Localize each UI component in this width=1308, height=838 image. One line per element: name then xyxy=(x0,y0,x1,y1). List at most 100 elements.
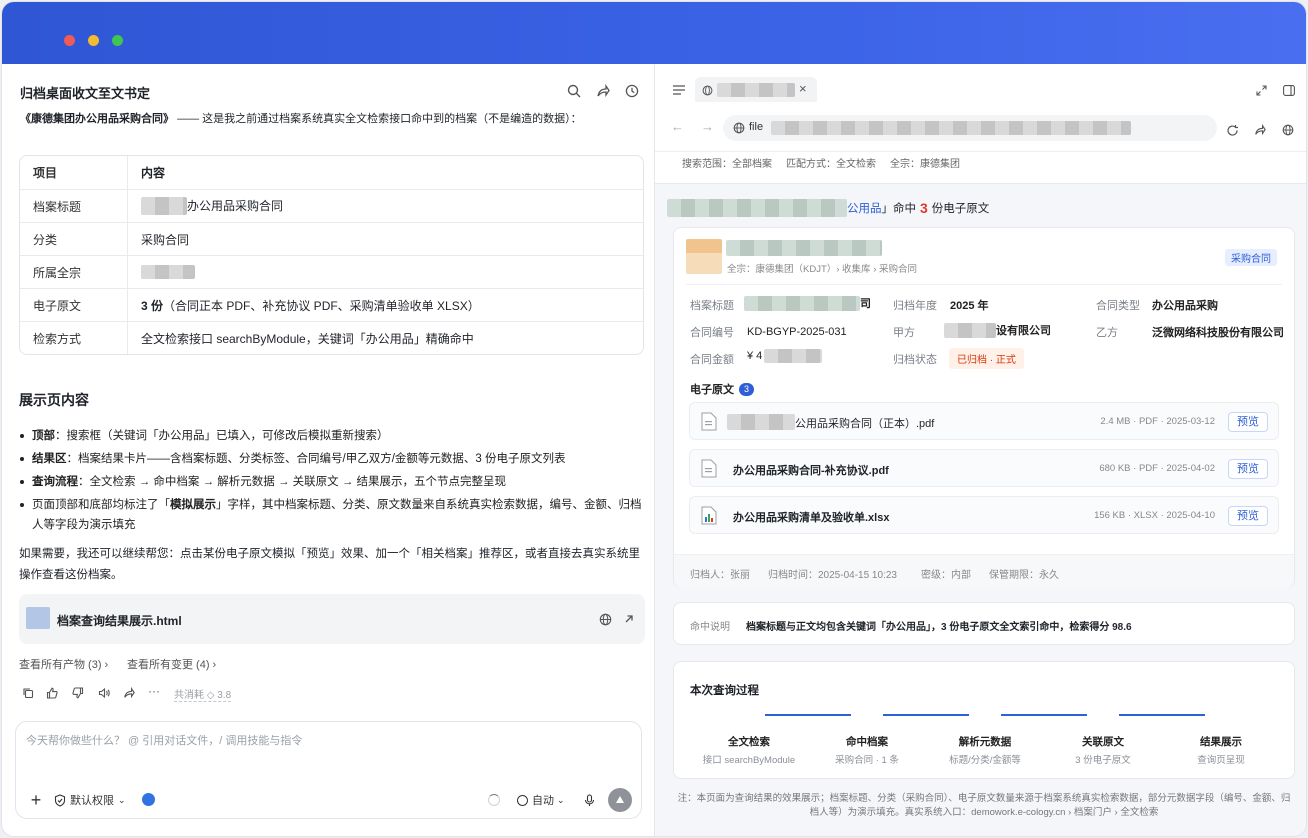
table-row: 档案标题 办公用品采购合同 xyxy=(20,189,643,222)
thumbs-down-icon[interactable] xyxy=(70,685,86,701)
table-cell-key: 检索方式 xyxy=(20,321,128,354)
chat-input-box[interactable]: 今天帮你做些什么？ @ 引用对话文件，/ 调用技能与指令 + 默认权限 ⌄ 自动… xyxy=(15,721,642,819)
permission-label: 默认权限 xyxy=(70,795,114,807)
attachment-row[interactable]: 办公用品采购清单及验收单.xlsx 156 KB · XLSX · 2025-0… xyxy=(689,496,1279,534)
view-changes-link[interactable]: 查看所有变更 (4) › xyxy=(127,656,216,672)
close-tab-icon[interactable]: × xyxy=(799,81,807,96)
view-artifacts-link[interactable]: 查看所有产物 (3) › xyxy=(19,656,108,672)
open-external-icon[interactable] xyxy=(621,611,637,627)
maximize-window-button[interactable] xyxy=(112,35,123,46)
meta-label: 归档状态 xyxy=(893,354,937,366)
mode-label: 自动 xyxy=(532,795,554,807)
step-title: 关联原文 xyxy=(1082,736,1124,748)
globe-icon[interactable] xyxy=(1280,122,1296,138)
history-icon[interactable] xyxy=(624,83,640,99)
meta-value-text: 司 xyxy=(860,298,871,310)
step-sub: 查询页呈现 xyxy=(1197,755,1245,766)
preview-button[interactable]: 预览 xyxy=(1228,412,1268,432)
meta-value: 2025 年 xyxy=(950,297,989,313)
plus-icon[interactable]: + xyxy=(28,790,44,810)
attachment-meta: 680 KB · PDF · 2025-04-02 xyxy=(1099,463,1215,474)
address-bar-row: ← → file xyxy=(655,102,1306,152)
table-row: 分类 采购合同 xyxy=(20,222,643,255)
info-table: 项目 内容 档案标题 办公用品采购合同 分类 采购合同 所属全宗 电子原文 3 … xyxy=(19,155,644,355)
reload-icon[interactable] xyxy=(1224,122,1240,138)
category-tag: 采购合同 xyxy=(1225,249,1277,266)
record-thumbnail xyxy=(686,239,722,274)
intro-rest: —— 这是我之前通过档案系统真实全文检索接口命中到的档案（不是编造的数据）： xyxy=(177,113,582,125)
table-cell-key: 档案标题 xyxy=(20,189,128,222)
preview-button[interactable]: 预览 xyxy=(1228,459,1268,479)
filter-scope[interactable]: 搜索范围：全部档案 xyxy=(682,155,772,170)
share-icon[interactable] xyxy=(1252,122,1268,138)
meta-value-text: KD-BGYP-2025-031 xyxy=(747,326,847,338)
filter-fonds[interactable]: 全宗：康德集团 xyxy=(890,155,960,170)
more-icon[interactable]: ··· xyxy=(146,683,162,699)
close-window-button[interactable] xyxy=(64,35,75,46)
globe-icon xyxy=(733,122,745,134)
record-divider xyxy=(686,284,1282,285)
attachment-meta: 2.4 MB · PDF · 2025-03-12 xyxy=(1100,416,1215,427)
attachment-row[interactable]: 办公用品采购合同-补充协议.pdf 680 KB · PDF · 2025-04… xyxy=(689,449,1279,487)
point-text: 页面顶部和底部均标注了「 xyxy=(32,499,170,511)
meta-field: 档案标题 xyxy=(690,297,734,313)
tab-title xyxy=(717,83,795,97)
chevron-down-icon: ⌄ xyxy=(557,794,565,805)
menu-icon[interactable] xyxy=(671,82,687,98)
meta-label: 甲方 xyxy=(893,327,915,339)
expand-icon[interactable] xyxy=(1253,82,1269,98)
filter-match[interactable]: 匹配方式：全文检索 xyxy=(786,155,876,170)
copy-icon[interactable] xyxy=(20,685,36,701)
process-connector xyxy=(1001,714,1087,716)
browser-panel: × ← → file 搜索范围：全部档案 匹配方式：全文检索 全宗：康德集团 公… xyxy=(654,64,1306,836)
attachment-name: 办公用品采购清单及验收单.xlsx xyxy=(733,512,890,524)
send-button[interactable] xyxy=(608,788,632,812)
point-bold: 模拟展示 xyxy=(170,499,216,511)
globe-icon[interactable] xyxy=(597,611,613,627)
point-bold: 顶部 xyxy=(32,430,55,442)
table-header-row: 项目 内容 xyxy=(20,156,643,189)
record-card: 全宗：康德集团（KDJT）› 收集库 › 采购合同 采购合同 档案标题 司 归档… xyxy=(673,227,1295,588)
browser-tab[interactable]: × xyxy=(695,77,817,103)
sidebar-toggle-icon[interactable] xyxy=(1281,82,1297,98)
process-connector xyxy=(765,714,851,716)
meta-field: 归档状态 xyxy=(893,351,937,367)
url-bar[interactable]: file xyxy=(723,115,1217,141)
app-window: 归档桌面收文至文书定 《康德集团办公用品采购合同》 —— 这是我之前通过档案系统… xyxy=(2,2,1306,836)
chat-title: 归档桌面收文至文书定 xyxy=(20,86,151,101)
permission-dropdown[interactable]: 默认权限 ⌄ xyxy=(54,792,126,808)
table-header: 项目 xyxy=(20,156,128,189)
intro-text: 《康德集团办公用品采购合同》 —— 这是我之前通过档案系统真实全文检索接口命中到… xyxy=(20,110,582,126)
process-connector xyxy=(883,714,969,716)
attachment-row[interactable]: 公用品采购合同（正本）.pdf 2.4 MB · PDF · 2025-03-1… xyxy=(689,402,1279,440)
artifact-card[interactable]: 档案查询结果展示.html xyxy=(19,594,645,644)
list-item: 查询流程：全文检索 → 命中档案 → 解析元数据 → 关联原文 → 结果展示，五… xyxy=(20,472,642,492)
table-cell-key: 电子原文 xyxy=(20,288,128,321)
process-title: 本次查询过程 xyxy=(690,685,759,697)
back-icon[interactable]: ← xyxy=(671,119,684,134)
table-cell-key: 所属全宗 xyxy=(20,255,128,288)
arrow-up-icon xyxy=(616,796,624,803)
preview-button[interactable]: 预览 xyxy=(1228,506,1268,526)
minimize-window-button[interactable] xyxy=(88,35,99,46)
attachment-name: 公用品采购合同（正本）.pdf xyxy=(795,418,935,430)
share-icon[interactable] xyxy=(595,83,611,99)
microphone-icon[interactable] xyxy=(581,792,597,808)
mode-dropdown[interactable]: 自动 ⌄ xyxy=(517,792,565,808)
speaker-icon[interactable] xyxy=(96,685,112,701)
table-cell-value: 采购合同 xyxy=(128,222,643,255)
list-item: 结果区：档案结果卡片——含档案标题、分类标签、合同编号/甲乙双方/金额等元数据、… xyxy=(20,449,642,469)
list-item: 顶部：搜索框（关键词「办公用品」已填入，可修改后模拟重新搜索） xyxy=(20,426,642,446)
step-title: 全文检索 xyxy=(728,736,770,748)
usage-label: 共消耗 ◇ 3.8 xyxy=(174,686,232,702)
share-icon[interactable] xyxy=(121,685,137,701)
record-path: 全宗：康德集团（KDJT）› 收集库 › 采购合同 xyxy=(727,264,917,275)
forward-icon[interactable]: → xyxy=(701,119,714,134)
hit-count: 3 xyxy=(920,200,928,216)
thumbs-up-icon[interactable] xyxy=(44,685,60,701)
meta-label: 乙方 xyxy=(1096,327,1118,339)
meta-field: 归档年度 xyxy=(893,297,937,313)
model-icon[interactable] xyxy=(142,793,155,806)
search-icon[interactable] xyxy=(566,83,582,99)
retention-period: 保管期限：永久 xyxy=(989,570,1059,581)
